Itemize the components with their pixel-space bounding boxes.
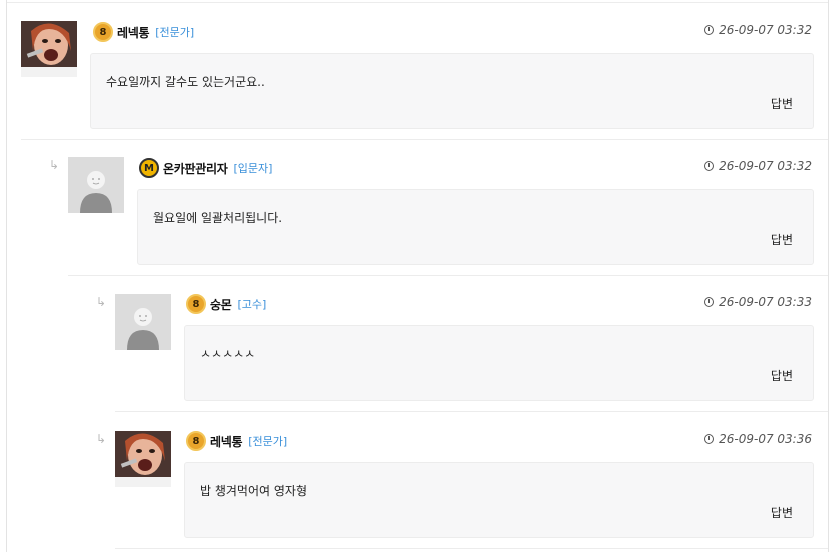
level-badge-icon: 8 — [186, 431, 206, 451]
time-text: 26-09-07 03:32 — [719, 23, 812, 37]
reply-arrow-icon: ↳ — [96, 432, 107, 446]
divider — [115, 411, 828, 412]
clock-icon — [704, 297, 715, 307]
comment-body: 월요일에 일괄처리됩니다. 답변 — [137, 189, 814, 265]
clock-icon — [704, 25, 715, 35]
comment-body: 수요일까지 갈수도 있는거군요.. 답변 — [90, 53, 814, 129]
avatar-photo-icon — [21, 21, 77, 77]
author-level: [전문가] — [155, 26, 195, 39]
divider — [7, 2, 828, 3]
level-badge-icon: 8 — [186, 294, 206, 314]
time-text: 26-09-07 03:32 — [719, 159, 812, 173]
comment-text: 월요일에 일괄처리됩니다. — [153, 211, 283, 225]
avatar[interactable] — [21, 21, 77, 77]
time-text: 26-09-07 03:36 — [719, 432, 812, 446]
comment-list: 8 레넥통 [전문가] 26-09-07 03:32 수요일까지 갈수도 있는거… — [6, 0, 829, 552]
comment-meta: 8 레넥통 [전문가] — [93, 22, 194, 42]
avatar[interactable] — [115, 294, 171, 350]
comment-text: 수요일까지 갈수도 있는거군요.. — [106, 75, 265, 89]
reply-button[interactable]: 답변 — [771, 231, 793, 248]
author-level: [전문가] — [248, 435, 288, 448]
comment-body: 밥 챙겨먹어여 영자형 답변 — [184, 462, 814, 538]
author-level: [입문자] — [233, 162, 273, 175]
comment-meta: M 온카판관리자 [입문자] — [139, 158, 272, 178]
avatar[interactable] — [115, 431, 171, 487]
comment-text: ㅅㅅㅅㅅㅅ — [200, 347, 256, 361]
author-name[interactable]: 숭몬 — [210, 296, 232, 313]
clock-icon — [704, 434, 715, 444]
avatar[interactable] — [68, 157, 124, 213]
reply-arrow-icon: ↳ — [96, 295, 107, 309]
default-avatar-icon — [115, 294, 171, 350]
clock-icon — [704, 161, 715, 171]
author-level: [고수] — [237, 298, 267, 311]
comment-time: 26-09-07 03:32 — [704, 159, 812, 173]
default-avatar-icon — [68, 157, 124, 213]
comment-time: 26-09-07 03:36 — [704, 432, 812, 446]
reply-arrow-icon: ↳ — [49, 158, 60, 172]
comment-time: 26-09-07 03:32 — [704, 23, 812, 37]
comment-text: 밥 챙겨먹어여 영자형 — [200, 484, 307, 498]
time-text: 26-09-07 03:33 — [719, 295, 812, 309]
divider — [21, 139, 828, 140]
manager-badge-icon: M — [139, 158, 159, 178]
level-badge-icon: 8 — [93, 22, 113, 42]
comment-body: ㅅㅅㅅㅅㅅ 답변 — [184, 325, 814, 401]
divider — [115, 548, 828, 549]
author-name[interactable]: 레넥통 — [117, 24, 150, 41]
comment-meta: 8 레넥통 [전문가] — [186, 431, 287, 451]
reply-button[interactable]: 답변 — [771, 95, 793, 112]
author-name[interactable]: 레넥통 — [210, 433, 243, 450]
avatar-photo-icon — [115, 431, 171, 487]
author-name[interactable]: 온카판관리자 — [163, 160, 228, 177]
reply-button[interactable]: 답변 — [771, 504, 793, 521]
reply-button[interactable]: 답변 — [771, 367, 793, 384]
comment-time: 26-09-07 03:33 — [704, 295, 812, 309]
divider — [68, 275, 828, 276]
comment-meta: 8 숭몬 [고수] — [186, 294, 266, 314]
